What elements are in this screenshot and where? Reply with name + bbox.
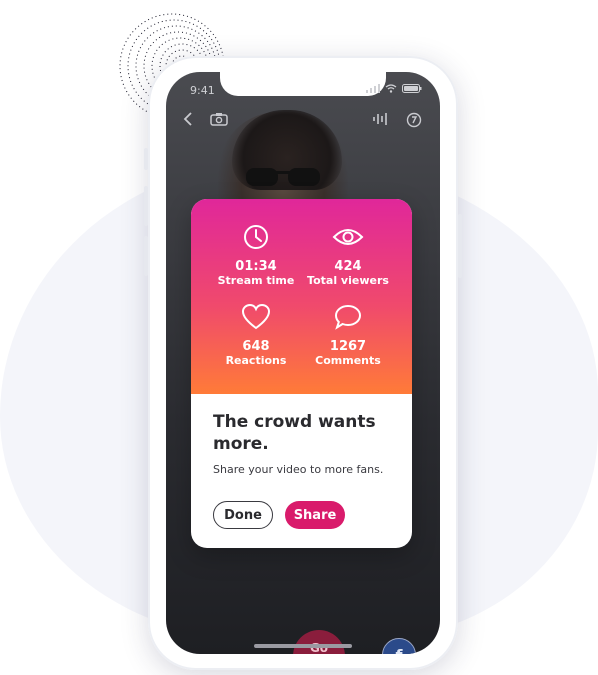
clock-icon — [244, 225, 268, 249]
done-button[interactable]: Done — [213, 501, 273, 529]
signal-icon — [366, 84, 380, 93]
stat-comments: 1267 Comments — [293, 303, 403, 368]
power-button — [458, 214, 462, 278]
stat-label: Total viewers — [307, 274, 389, 287]
wifi-icon — [385, 84, 397, 93]
stat-value: 1267 — [329, 339, 367, 354]
battery-icon — [402, 84, 422, 93]
status-time: 9:41 — [190, 84, 215, 97]
back-icon[interactable] — [182, 112, 194, 126]
speed-timer-icon[interactable] — [406, 112, 422, 128]
avatar-letter: f — [396, 646, 403, 655]
stat-label: Comments — [315, 354, 381, 367]
audio-levels-icon[interactable] — [372, 112, 390, 126]
stat-total-viewers: 424 Total viewers — [293, 223, 403, 288]
camera-icon[interactable] — [210, 112, 228, 126]
stream-summary-card: 01:34 Stream time 424 Total viewers 648 … — [191, 199, 412, 548]
sunglasses-image — [246, 168, 320, 186]
card-headline: The crowd wants more. — [213, 412, 376, 454]
comment-icon — [334, 304, 362, 330]
phone-notch — [220, 72, 386, 96]
go-live-button[interactable]: Go live — [293, 630, 345, 654]
mute-switch — [144, 148, 148, 170]
stats-panel: 01:34 Stream time 424 Total viewers 648 … — [191, 199, 412, 394]
stat-value: 424 — [334, 259, 362, 274]
heart-icon — [241, 303, 271, 330]
volume-up-button — [144, 186, 148, 226]
share-button[interactable]: Share — [285, 501, 345, 529]
card-subtext: Share your video to more fans. — [213, 463, 384, 476]
facebook-account-avatar[interactable]: f — [382, 638, 416, 654]
home-indicator — [254, 644, 352, 648]
volume-down-button — [144, 236, 148, 276]
eye-icon — [332, 229, 364, 245]
status-icons — [366, 84, 422, 93]
